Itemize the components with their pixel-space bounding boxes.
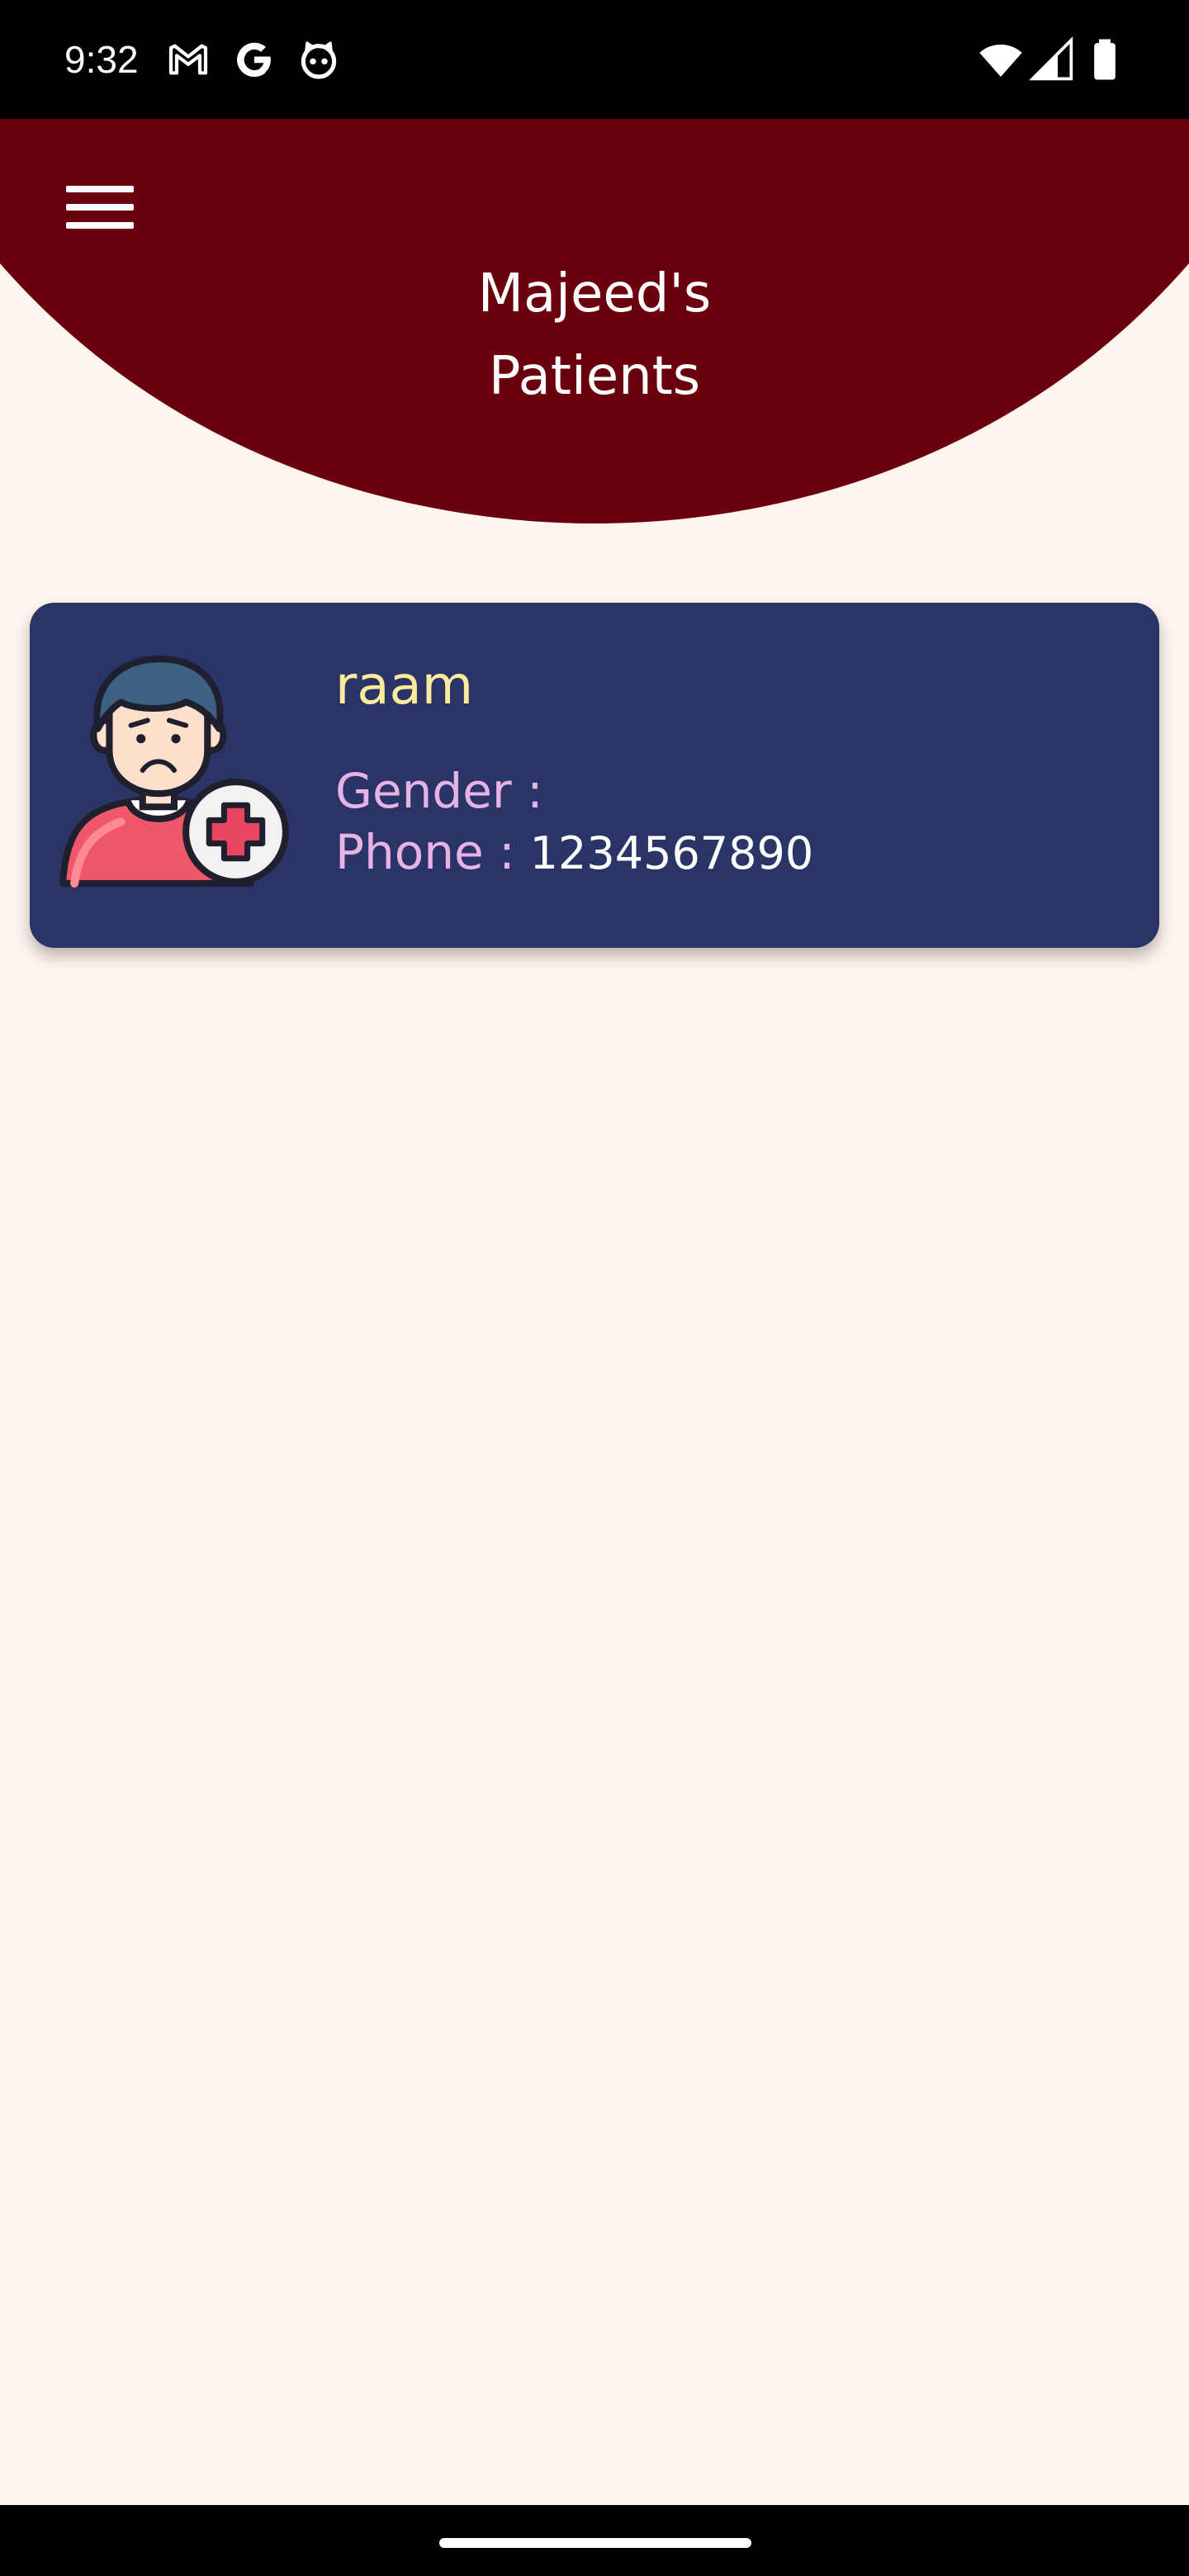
- patient-name: raam: [335, 656, 474, 717]
- cat-face-icon: [296, 36, 342, 83]
- gender-label: Gender :: [335, 763, 543, 819]
- cell-signal-icon: [1029, 36, 1075, 83]
- google-icon: [231, 36, 277, 83]
- system-nav-bar: [0, 2505, 1189, 2576]
- patient-phone-row: Phone : 1234567890: [335, 821, 813, 885]
- patient-gender-row: Gender :: [335, 760, 558, 824]
- status-bar: 9:32: [0, 0, 1189, 119]
- gmail-icon: [165, 36, 211, 83]
- page-title: Majeed's Patients: [347, 253, 842, 418]
- wifi-icon: [978, 36, 1024, 83]
- patient-avatar-icon: [54, 652, 296, 893]
- home-gesture-handle[interactable]: [439, 2538, 751, 2548]
- status-time: 9:32: [64, 38, 139, 81]
- app-screen: 9:32 Majeed's Patients raam Gender: Pho…: [0, 0, 1189, 2576]
- page-title-line-1: Majeed's: [477, 263, 712, 324]
- page-title-line-2: Patients: [488, 346, 701, 407]
- phone-value: 1234567890: [529, 827, 814, 879]
- phone-label: Phone :: [335, 824, 515, 880]
- hamburger-menu-icon[interactable]: [54, 170, 145, 244]
- battery-icon: [1082, 36, 1128, 83]
- patient-card[interactable]: raam Gender : Phone : 1234567890: [30, 603, 1159, 948]
